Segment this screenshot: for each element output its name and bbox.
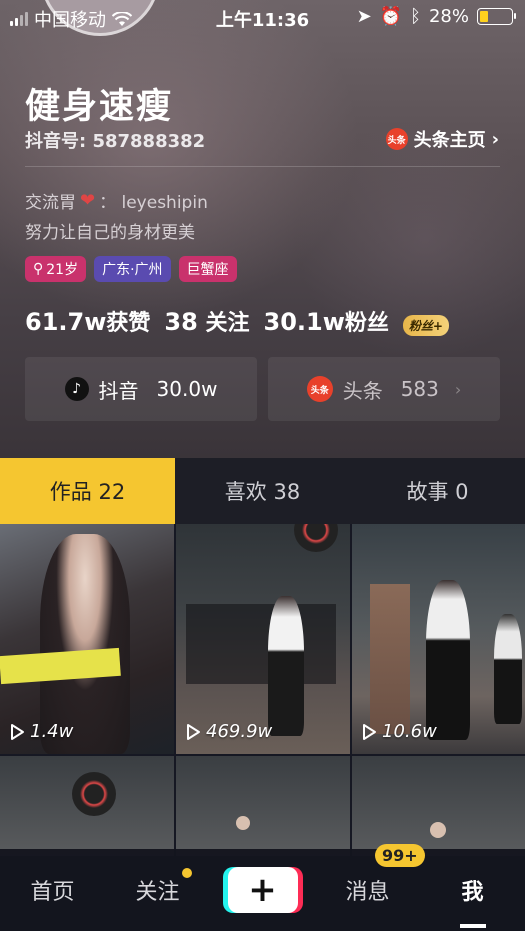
heart-icon: ❤ [80, 190, 96, 211]
likes-stat: 61.7w获赞 [25, 308, 151, 336]
gym-equipment [186, 604, 336, 684]
nav-me[interactable]: 我 [420, 874, 525, 928]
douyin-label: 抖音 [98, 378, 139, 403]
toutiao-count: 583 [400, 377, 439, 401]
fans-stat[interactable]: 30.1w粉丝 [264, 305, 389, 337]
play-icon [187, 723, 200, 740]
bio-prefix: 交流胃 [25, 193, 76, 213]
profile-tags: ⚲ 21岁 广东·广州 巨蟹座 [25, 256, 237, 282]
chevron-right-icon: › [491, 128, 499, 150]
douyin-platform-card[interactable]: ♪ 抖音 30.0w [25, 357, 257, 421]
tag-zodiac: 巨蟹座 [178, 256, 237, 282]
nav-create[interactable]: + [210, 867, 315, 913]
toutiao-platform-card[interactable]: 头条 头条 583 › [268, 357, 500, 421]
person-figure [494, 614, 522, 724]
alarm-icon: ⏰ [379, 6, 403, 27]
nav-follow[interactable]: 关注 [105, 868, 210, 906]
toutiao-logo-icon: 头条 [385, 128, 408, 150]
status-bar: 中国移动 上午11:36 ➤ ⏰ ᛒ 28% [0, 0, 525, 34]
douyin-logo-icon: ♪ [64, 377, 89, 401]
play-icon [363, 723, 376, 740]
play-count: 469.9w [184, 721, 272, 742]
nav-home[interactable]: 首页 [0, 874, 105, 906]
bluetooth-icon: ᛒ [410, 6, 421, 27]
video-thumbnail[interactable] [0, 756, 174, 856]
profile-name: 健身速瘦 [25, 87, 174, 127]
ceiling-light [72, 772, 116, 816]
chevron-right-icon: › [454, 379, 462, 399]
toutiao-home-label: 头条主页 [413, 130, 486, 151]
tag-location: 广东·广州 [94, 256, 171, 282]
content-tabs: 作品 22 喜欢 38 故事 0 [0, 458, 525, 524]
video-thumbnail[interactable]: 469.9w [176, 524, 350, 754]
following-stat[interactable]: 38 关注 [164, 305, 249, 337]
bottom-navigation: 首页 关注 + 消息 99+ 我 [0, 844, 525, 931]
video-thumbnail[interactable] [176, 756, 350, 856]
fans-plus-badge[interactable]: 粉丝+ [402, 315, 449, 336]
battery-icon [477, 8, 516, 25]
toutiao-home-link[interactable]: 头条 头条主页 › [385, 126, 499, 152]
person-figure [268, 596, 304, 736]
video-grid: 1.4w 469.9w 10.6w [0, 524, 525, 856]
person-figure [426, 580, 470, 740]
notification-dot [182, 868, 192, 878]
plus-icon[interactable]: + [227, 867, 298, 913]
play-count: 1.4w [8, 721, 73, 742]
tag-age: ⚲ 21岁 [25, 256, 87, 282]
nav-messages[interactable]: 消息 99+ [315, 844, 425, 906]
person-figure [430, 822, 446, 838]
battery-percent: 28% [428, 6, 469, 27]
toutiao-label: 头条 [342, 378, 383, 403]
video-thumbnail[interactable] [352, 756, 525, 856]
location-icon: ➤ [356, 6, 372, 27]
divider [25, 166, 500, 167]
profile-stats: 61.7w获赞 38 关注 30.1w粉丝 粉丝+ [25, 305, 449, 337]
toutiao-logo-icon: 头条 [306, 376, 333, 402]
search-icon: ⚲ [33, 261, 44, 277]
video-thumbnail[interactable]: 1.4w [0, 524, 174, 754]
brick-pillar [370, 584, 410, 734]
message-count-badge: 99+ [375, 844, 425, 867]
person-figure [236, 816, 250, 830]
tab-works[interactable]: 作品 22 [0, 458, 175, 524]
active-indicator [459, 924, 486, 928]
douyin-count: 30.0w [156, 377, 218, 401]
play-count: 10.6w [360, 721, 437, 742]
douyin-id: 抖音号: 587888382 [25, 131, 206, 152]
bio-line-2: 努力让自己的身材更美 [25, 223, 195, 243]
tab-likes[interactable]: 喜欢 38 [175, 458, 350, 524]
ceiling-light [294, 524, 338, 552]
video-thumbnail[interactable]: 10.6w [352, 524, 525, 754]
play-icon [11, 723, 24, 740]
tab-stories[interactable]: 故事 0 [350, 458, 525, 524]
bio-suffix: ： leyeshipin [99, 193, 208, 213]
bio-line-1: 交流胃 ❤ ： leyeshipin [25, 188, 208, 213]
